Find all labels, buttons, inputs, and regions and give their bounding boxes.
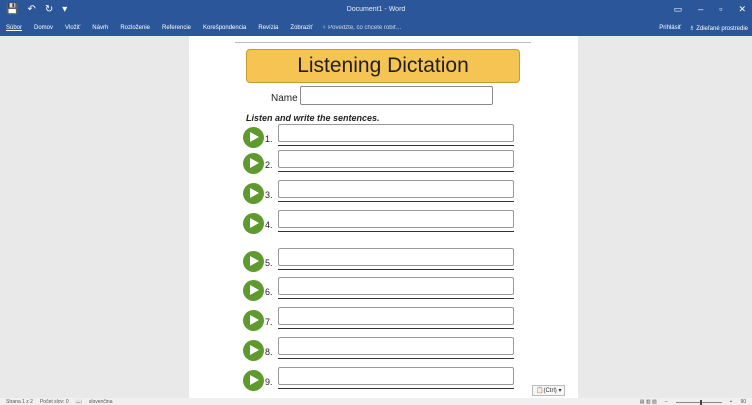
document-page[interactable]: Listening Dictation Name Listen and writ…	[189, 36, 578, 399]
dictation-row: 9.	[243, 367, 518, 395]
answer-underline	[278, 171, 514, 172]
answer-underline	[278, 298, 514, 299]
tab-review[interactable]: Revízia	[258, 25, 278, 31]
item-number: 4.	[265, 220, 273, 230]
answer-underline	[278, 201, 514, 202]
status-left: Strana 1 z 2 Počet slov: 0 📖 slovenčina	[6, 399, 112, 405]
name-field[interactable]	[300, 86, 493, 105]
play-icon[interactable]	[243, 153, 264, 174]
dictation-row: 4.	[243, 210, 518, 238]
dictation-row: 7.	[243, 307, 518, 335]
dictation-row: 3.	[243, 180, 518, 208]
tab-mailings[interactable]: Korešpondencia	[203, 25, 246, 31]
name-label: Name	[271, 93, 298, 104]
header-rule	[235, 42, 531, 43]
answer-field[interactable]	[278, 337, 514, 355]
proofing-icon[interactable]: 📖	[76, 399, 82, 405]
answer-underline	[278, 358, 514, 359]
dictation-row: 6.	[243, 277, 518, 305]
play-icon[interactable]	[243, 310, 264, 331]
minimize-icon[interactable]: –	[698, 4, 703, 15]
answer-field[interactable]	[278, 210, 514, 228]
play-icon[interactable]	[243, 127, 264, 148]
dictation-row: 2.	[243, 150, 518, 178]
answer-field[interactable]	[278, 307, 514, 325]
view-mode-icons[interactable]: ▤ ▥ ▧	[640, 399, 657, 405]
answer-field[interactable]	[278, 248, 514, 266]
play-icon[interactable]	[243, 213, 264, 234]
answer-underline	[278, 328, 514, 329]
play-icon[interactable]	[243, 340, 264, 361]
share-button[interactable]: ♗ Zdieľané prostredie	[689, 25, 748, 32]
zoom-out-button[interactable]: –	[665, 399, 668, 405]
answer-field[interactable]	[278, 124, 514, 142]
title-bar: 💾 ↶ ↻ ▾ Document1 - Word ▭ – ▫ ✕	[0, 0, 752, 22]
window-controls: ▭ – ▫ ✕	[674, 4, 746, 15]
paste-options-button[interactable]: 📋(Ctrl) ▾	[532, 385, 566, 396]
account-area: Prihlásiť ♗ Zdieľané prostredie	[659, 25, 748, 32]
status-right: ▤ ▥ ▧ – + 90	[640, 399, 746, 405]
window-title: Document1 - Word	[346, 6, 406, 13]
answer-underline	[278, 145, 514, 146]
play-icon[interactable]	[243, 183, 264, 204]
item-number: 3.	[265, 190, 273, 200]
tab-view[interactable]: Zobraziť	[290, 25, 312, 31]
answer-underline	[278, 231, 514, 232]
tell-me-search[interactable]: ♀ Povedzte, čo chcete robiť...	[322, 25, 401, 31]
play-icon[interactable]	[243, 370, 264, 391]
item-number: 7.	[265, 317, 273, 327]
tab-layout[interactable]: Rozloženie	[120, 25, 150, 31]
word-count[interactable]: Počet slov: 0	[40, 399, 69, 405]
answer-field[interactable]	[278, 150, 514, 168]
tab-insert[interactable]: Vložiť	[65, 25, 80, 31]
item-number: 8.	[265, 347, 273, 357]
answer-underline	[278, 269, 514, 270]
close-icon[interactable]: ✕	[738, 4, 746, 15]
instruction-text: Listen and write the sentences.	[246, 113, 380, 123]
item-number: 9.	[265, 377, 273, 387]
worksheet-title-box: Listening Dictation	[246, 49, 520, 83]
tab-home[interactable]: Domov	[34, 25, 53, 31]
ribbon-display-options-icon[interactable]: ▭	[674, 4, 683, 15]
zoom-level[interactable]: 90	[740, 399, 746, 405]
answer-field[interactable]	[278, 277, 514, 295]
play-icon[interactable]	[243, 251, 264, 272]
item-number: 6.	[265, 287, 273, 297]
tab-design[interactable]: Návrh	[92, 25, 108, 31]
zoom-slider[interactable]	[675, 399, 722, 405]
sign-in-link[interactable]: Prihlásiť	[659, 25, 681, 32]
item-number: 2.	[265, 160, 273, 170]
answer-field[interactable]	[278, 180, 514, 198]
tab-references[interactable]: Referencie	[162, 25, 191, 31]
answer-field[interactable]	[278, 367, 514, 385]
item-number: 1.	[265, 134, 273, 144]
dictation-row: 5.	[243, 248, 518, 276]
ribbon-tabs: Súbor Domov Vložiť Návrh Rozloženie Refe…	[6, 25, 313, 31]
answer-underline	[278, 388, 514, 389]
language-indicator[interactable]: slovenčina	[89, 399, 113, 405]
ribbon-tabs-bar: Súbor Domov Vložiť Návrh Rozloženie Refe…	[0, 22, 752, 36]
item-number: 5.	[265, 258, 273, 268]
page-count[interactable]: Strana 1 z 2	[6, 399, 33, 405]
dictation-row: 8.	[243, 337, 518, 365]
zoom-slider-thumb[interactable]	[699, 399, 702, 405]
tab-file[interactable]: Súbor	[6, 25, 22, 31]
play-icon[interactable]	[243, 280, 264, 301]
zoom-in-button[interactable]: +	[730, 399, 733, 405]
status-bar: Strana 1 z 2 Počet slov: 0 📖 slovenčina …	[0, 398, 752, 405]
dictation-row: 1.	[243, 124, 518, 152]
worksheet-title: Listening Dictation	[297, 54, 469, 77]
restore-icon[interactable]: ▫	[719, 4, 722, 15]
